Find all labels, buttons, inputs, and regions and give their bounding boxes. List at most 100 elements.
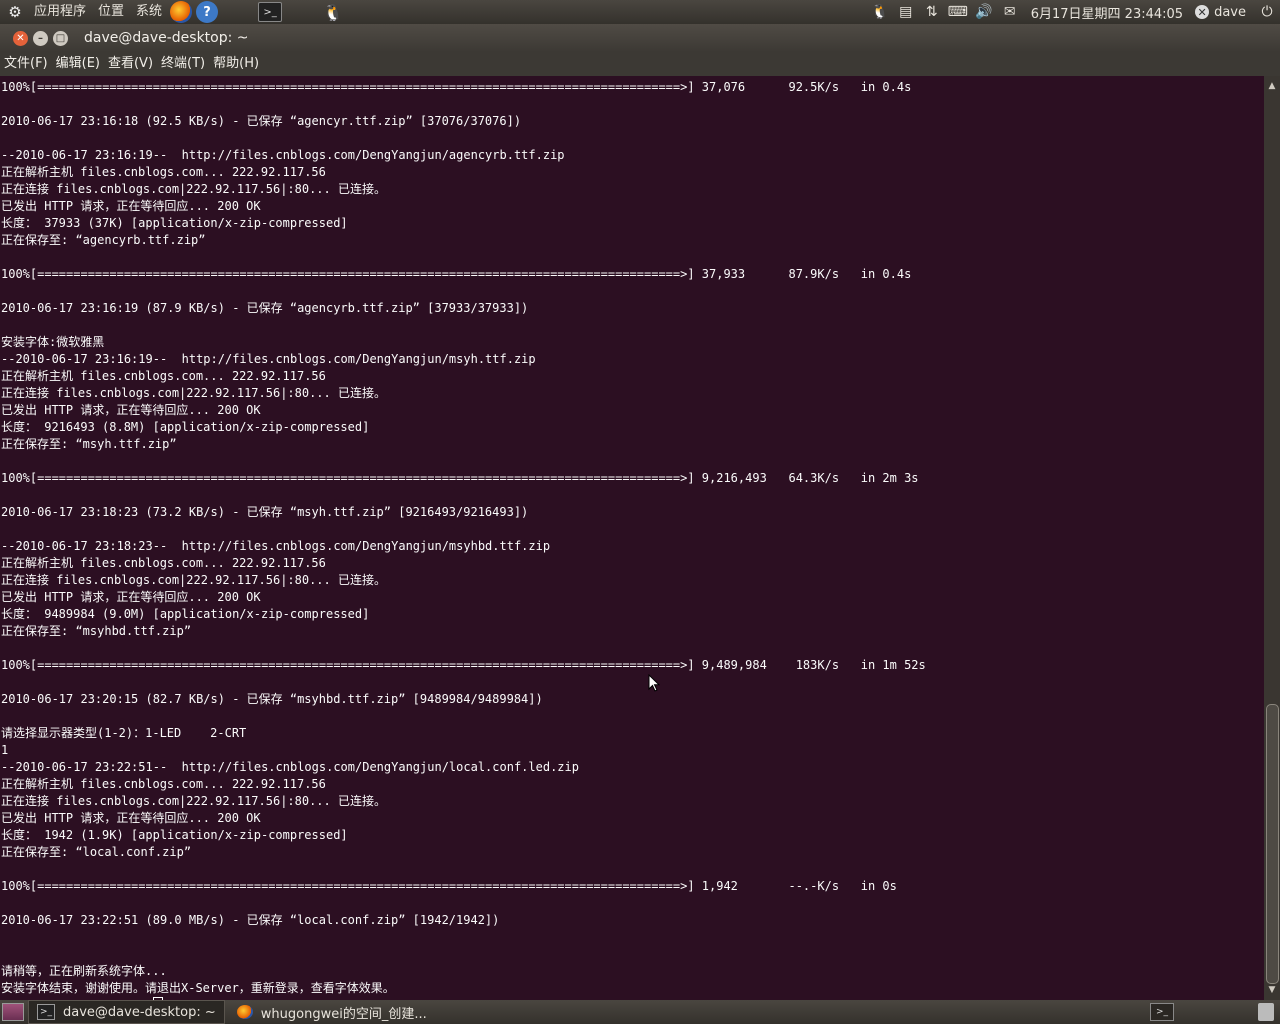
help-icon[interactable]: ?	[196, 1, 219, 23]
task-terminal[interactable]: >_ dave@dave-desktop: ~	[28, 1000, 225, 1024]
scrollbar[interactable]: ▲ ▼	[1264, 76, 1280, 1000]
power-icon[interactable]: ⏻	[1256, 2, 1278, 22]
terminal-line: 正在解析主机 files.cnblogs.com... 222.92.117.5…	[1, 165, 326, 179]
terminal-line: 请稍等，正在刷新系统字体...	[1, 964, 167, 978]
terminal-line: --2010-06-17 23:18:23-- http://files.cnb…	[1, 539, 551, 553]
menu-applications[interactable]: 应用程序	[28, 0, 92, 24]
terminal-line: 已发出 HTTP 请求，正在等待回应... 200 OK	[1, 811, 261, 825]
scroll-up-icon[interactable]: ▲	[1264, 78, 1280, 94]
menu-edit[interactable]: 编辑(E)	[52, 52, 104, 76]
terminal-line: --2010-06-17 23:16:19-- http://files.cnb…	[1, 148, 565, 162]
task-label: whugongwei的空间_创建...	[260, 1006, 427, 1022]
terminal-line: 正在解析主机 files.cnblogs.com... 222.92.117.5…	[1, 556, 326, 570]
terminal-line: 请选择显示器类型(1-2)：1-LED 2-CRT	[1, 726, 247, 740]
terminal-line: 长度： 37933 (37K) [application/x-zip-compr…	[1, 216, 348, 230]
terminal-line: 正在解析主机 files.cnblogs.com... 222.92.117.5…	[1, 369, 326, 383]
terminal-line: --2010-06-17 23:22:51-- http://files.cnb…	[1, 760, 579, 774]
menu-help[interactable]: 帮助(H)	[209, 52, 263, 76]
terminal-line: 长度： 9489984 (9.0M) [application/x-zip-co…	[1, 607, 370, 621]
show-desktop-icon[interactable]	[2, 1003, 24, 1021]
close-button[interactable]: ✕	[13, 30, 28, 46]
terminal-line: 正在解析主机 files.cnblogs.com... 222.92.117.5…	[1, 777, 326, 791]
task-firefox[interactable]: whugongwei的空间_创建...	[229, 1001, 435, 1023]
scrollbar-thumb[interactable]	[1266, 704, 1279, 984]
terminal-line: 安装字体:微软雅黑	[1, 335, 105, 349]
menu-terminal[interactable]: 终端(T)	[157, 52, 209, 76]
terminal-icon: >_	[37, 1004, 55, 1020]
terminal-line: 2010-06-17 23:20:15 (82.7 KB/s) - 已保存 “m…	[1, 692, 543, 706]
terminal-line: 2010-06-17 23:16:18 (92.5 KB/s) - 已保存 “a…	[1, 114, 522, 128]
menu-places[interactable]: 位置	[92, 0, 130, 24]
qq-icon[interactable]: 🐧	[323, 2, 343, 22]
qq-tray-icon[interactable]: 🐧	[869, 2, 891, 22]
terminal-line: 100%[===================================…	[1, 879, 897, 893]
minimize-button[interactable]: –	[33, 30, 48, 46]
terminal-icon[interactable]: >_	[258, 2, 283, 22]
ubuntu-logo-icon[interactable]: ⚙	[6, 3, 24, 21]
user-name: dave	[1214, 4, 1246, 20]
terminal-line: 正在保存至: “local.conf.zip”	[1, 845, 192, 859]
terminal-line: --2010-06-17 23:16:19-- http://files.cnb…	[1, 352, 536, 366]
terminal-line: 已发出 HTTP 请求，正在等待回应... 200 OK	[1, 199, 261, 213]
system-tray: 🐧 ▤ ⇅ ⌨ 🔊 ✉ 6月17日星期四 23:44:05 ✕ dave ⏻	[867, 0, 1280, 24]
clipboard-icon[interactable]: ▤	[895, 2, 917, 22]
terminal-line: 安装字体结束，谢谢使用。请退出X-Server，重新登录，查看字体效果。	[1, 981, 395, 995]
terminal-output[interactable]: 100%[===================================…	[0, 76, 1264, 1000]
scroll-down-icon[interactable]: ▼	[1264, 982, 1280, 998]
keyboard-icon[interactable]: ⌨	[947, 2, 969, 22]
mail-icon[interactable]: ✉	[999, 2, 1021, 22]
trash-icon[interactable]	[1258, 1003, 1274, 1021]
terminal-line: 1	[1, 743, 9, 757]
clock[interactable]: 6月17日星期四 23:44:05	[1023, 3, 1191, 22]
window-title: dave@dave-desktop: ~	[84, 30, 249, 46]
firefox-icon	[236, 1005, 253, 1019]
menu-system[interactable]: 系统	[130, 0, 168, 24]
terminal-line: 已发出 HTTP 请求，正在等待回应... 200 OK	[1, 590, 261, 604]
top-panel: ⚙ 应用程序 位置 系统 ? >_ 🐧 🐧 ▤ ⇅ ⌨ 🔊 ✉ 6月17日星期四…	[0, 0, 1280, 24]
terminal-line: 2010-06-17 23:18:23 (73.2 KB/s) - 已保存 “m…	[1, 505, 529, 519]
terminal-line: 正在连接 files.cnblogs.com|222.92.117.56|:80…	[1, 573, 386, 587]
firefox-icon[interactable]	[170, 1, 193, 23]
terminal-line: 100%[===================================…	[1, 267, 912, 281]
terminal-line: 正在保存至: “msyhbd.ttf.zip”	[1, 624, 192, 638]
terminal-line: 正在连接 files.cnblogs.com|222.92.117.56|:80…	[1, 182, 386, 196]
bottom-panel: >_ dave@dave-desktop: ~ whugongwei的空间_创建…	[0, 1000, 1280, 1024]
menu-view[interactable]: 查看(V)	[104, 52, 157, 76]
network-icon[interactable]: ⇅	[921, 2, 943, 22]
terminal-lines: 100%[===================================…	[1, 79, 926, 1000]
user-menu[interactable]: ✕ dave	[1191, 5, 1254, 20]
window-titlebar[interactable]: ✕ – □ dave@dave-desktop: ~	[0, 24, 1280, 52]
user-status-icon: ✕	[1195, 5, 1210, 19]
terminal-line: 100%[===================================…	[1, 80, 912, 94]
workspace-switcher[interactable]: >_	[1150, 1003, 1174, 1021]
task-label: dave@dave-desktop: ~	[63, 1004, 216, 1020]
terminal-line: 长度： 1942 (1.9K) [application/x-zip-compr…	[1, 828, 348, 842]
menu-file[interactable]: 文件(F)	[0, 52, 52, 76]
terminal-line: 已发出 HTTP 请求，正在等待回应... 200 OK	[1, 403, 261, 417]
volume-icon[interactable]: 🔊	[973, 2, 995, 22]
terminal-line: 2010-06-17 23:22:51 (89.0 MB/s) - 已保存 “l…	[1, 913, 500, 927]
terminal-line: 100%[===================================…	[1, 658, 926, 672]
terminal-line: 100%[===================================…	[1, 471, 919, 485]
terminal-line: 正在连接 files.cnblogs.com|222.92.117.56|:80…	[1, 794, 386, 808]
terminal-line: 正在连接 files.cnblogs.com|222.92.117.56|:80…	[1, 386, 386, 400]
terminal-line: 2010-06-17 23:16:19 (87.9 KB/s) - 已保存 “a…	[1, 301, 529, 315]
terminal-menubar: 文件(F) 编辑(E) 查看(V) 终端(T) 帮助(H)	[0, 52, 1280, 76]
terminal-line: 正在保存至: “agencyrb.ttf.zip”	[1, 233, 206, 247]
maximize-button[interactable]: □	[53, 30, 68, 46]
